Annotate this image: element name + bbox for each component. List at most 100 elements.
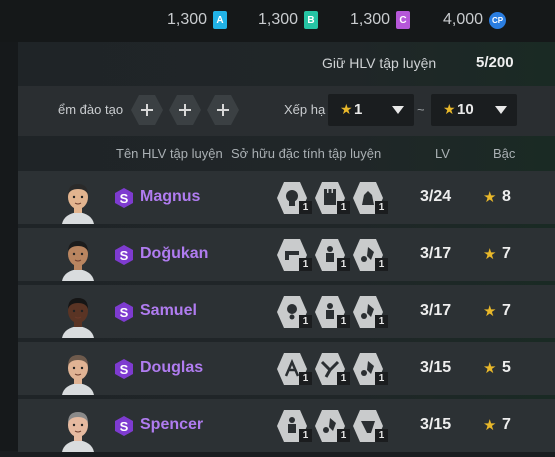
special-grade-icon: S [115,416,133,436]
star-icon: ★ [483,360,497,377]
coach-grade: 8 [502,188,511,205]
coach-row[interactable]: S Spencer 1 1 1 3/15 ★ 7 [18,399,555,452]
column-header-lv: LV [435,146,450,161]
rank-to-value: 10 [457,101,474,118]
coach-lv: 3/15 [420,416,452,433]
currency-cp: 4,000 CP [443,9,507,31]
coach-name: Samuel [140,302,197,319]
trait-slot[interactable]: 1 [314,238,350,272]
coach-avatar [58,407,98,452]
cp-coin-icon: CP [489,11,507,29]
coach-grade: 7 [502,245,511,262]
trait-slot[interactable]: 1 [276,409,312,443]
trait-level: 1 [375,258,388,271]
special-grade-icon: S [115,302,133,322]
trait-level: 1 [375,372,388,385]
star-icon: ★ [483,417,497,434]
coach-name: Magnus [140,188,201,205]
range-separator: ~ [417,102,425,117]
trait-slot[interactable]: 1 [314,181,350,215]
svg-text:S: S [120,191,129,206]
token-c-icon: C [396,11,411,29]
currency-a-value: 1,300 [167,11,208,28]
trait-slot[interactable]: 1 [276,181,312,215]
coach-avatar [58,350,98,395]
coach-row[interactable]: S Magnus 1 1 1 3/24 ★ 8 [18,171,555,224]
coach-row[interactable]: S Samuel 1 1 1 3/17 ★ 7 [18,285,555,338]
trait-slot[interactable]: 1 [352,295,388,329]
trait-level: 1 [299,429,312,442]
coach-lv: 3/24 [420,188,452,205]
svg-text:S: S [120,362,129,377]
star-icon: ★ [483,246,497,263]
currency-b-value: 1,300 [258,11,299,28]
coach-name: Doğukan [140,245,209,262]
coach-row[interactable]: S Doğukan 1 1 1 3/17 ★ 7 [18,228,555,281]
left-edge [0,42,18,451]
rank-from-select[interactable]: ★ 1 [328,94,414,126]
svg-text:S: S [120,248,129,263]
trait-level: 1 [337,372,350,385]
trait-slot[interactable]: 1 [314,409,350,443]
trait-level: 1 [337,315,350,328]
coach-avatar [58,236,98,281]
currency-a: 1,300 A [167,9,228,31]
trait-level: 1 [375,201,388,214]
coach-lv: 3/17 [420,245,452,262]
coach-name: Spencer [140,416,204,433]
trait-slot[interactable]: 1 [276,352,312,386]
rank-from-value: 1 [354,101,363,118]
column-header-name: Tên HLV tập luyện [116,146,223,161]
token-b-icon: B [304,11,319,29]
coach-lv: 3/15 [420,359,452,376]
trait-slot[interactable]: 1 [352,181,388,215]
column-header-traits: Sở hữu đặc tính tập luyện [231,146,382,161]
coach-avatar [58,179,98,224]
coach-name: Douglas [140,359,204,376]
plus-icon [207,95,239,125]
trait-slot[interactable]: 1 [276,295,312,329]
add-slot-button-2[interactable] [168,93,202,127]
trait-level: 1 [299,372,312,385]
trait-slot[interactable]: 1 [352,409,388,443]
coach-grade: 7 [502,416,511,433]
trait-slot[interactable]: 1 [352,238,388,272]
coach-row[interactable]: S Douglas 1 1 1 3/15 ★ 5 [18,342,555,395]
svg-text:S: S [120,305,129,320]
special-grade-icon: S [115,188,133,208]
trait-level: 1 [299,201,312,214]
currency-c: 1,300 C [350,9,411,31]
add-slot-button-1[interactable] [130,93,164,127]
add-slot-button-3[interactable] [206,93,240,127]
plus-icon [131,95,163,125]
trait-level: 1 [337,201,350,214]
trait-level: 1 [337,258,350,271]
currency-b: 1,300 B [258,9,319,31]
trait-slot[interactable]: 1 [314,352,350,386]
trait-level: 1 [337,429,350,442]
trait-slot[interactable]: 1 [314,295,350,329]
trait-level: 1 [375,429,388,442]
column-header-grade: Bậc [493,146,516,161]
star-icon: ★ [340,101,353,117]
plus-icon [169,95,201,125]
rank-filter-label: Xếp hạ [284,102,326,117]
special-grade-icon: S [115,245,133,265]
trait-slot[interactable]: 1 [352,352,388,386]
coach-avatar [58,293,98,338]
token-a-icon: A [213,11,228,29]
rank-to-select[interactable]: ★ 10 [431,94,517,126]
trait-slot[interactable]: 1 [276,238,312,272]
trait-level: 1 [299,315,312,328]
chevron-down-icon [495,106,507,114]
keep-coach-label: Giữ HLV tập luyện [322,55,437,71]
currency-cp-value: 4,000 [443,11,484,28]
star-icon: ★ [483,303,497,320]
star-icon: ★ [483,189,497,206]
svg-text:S: S [120,419,129,434]
trait-level: 1 [299,258,312,271]
keep-coach-count: 5/200 [476,54,514,71]
currency-c-value: 1,300 [350,11,391,28]
coach-grade: 5 [502,359,511,376]
training-points-label: ểm đào tạo [58,102,124,117]
